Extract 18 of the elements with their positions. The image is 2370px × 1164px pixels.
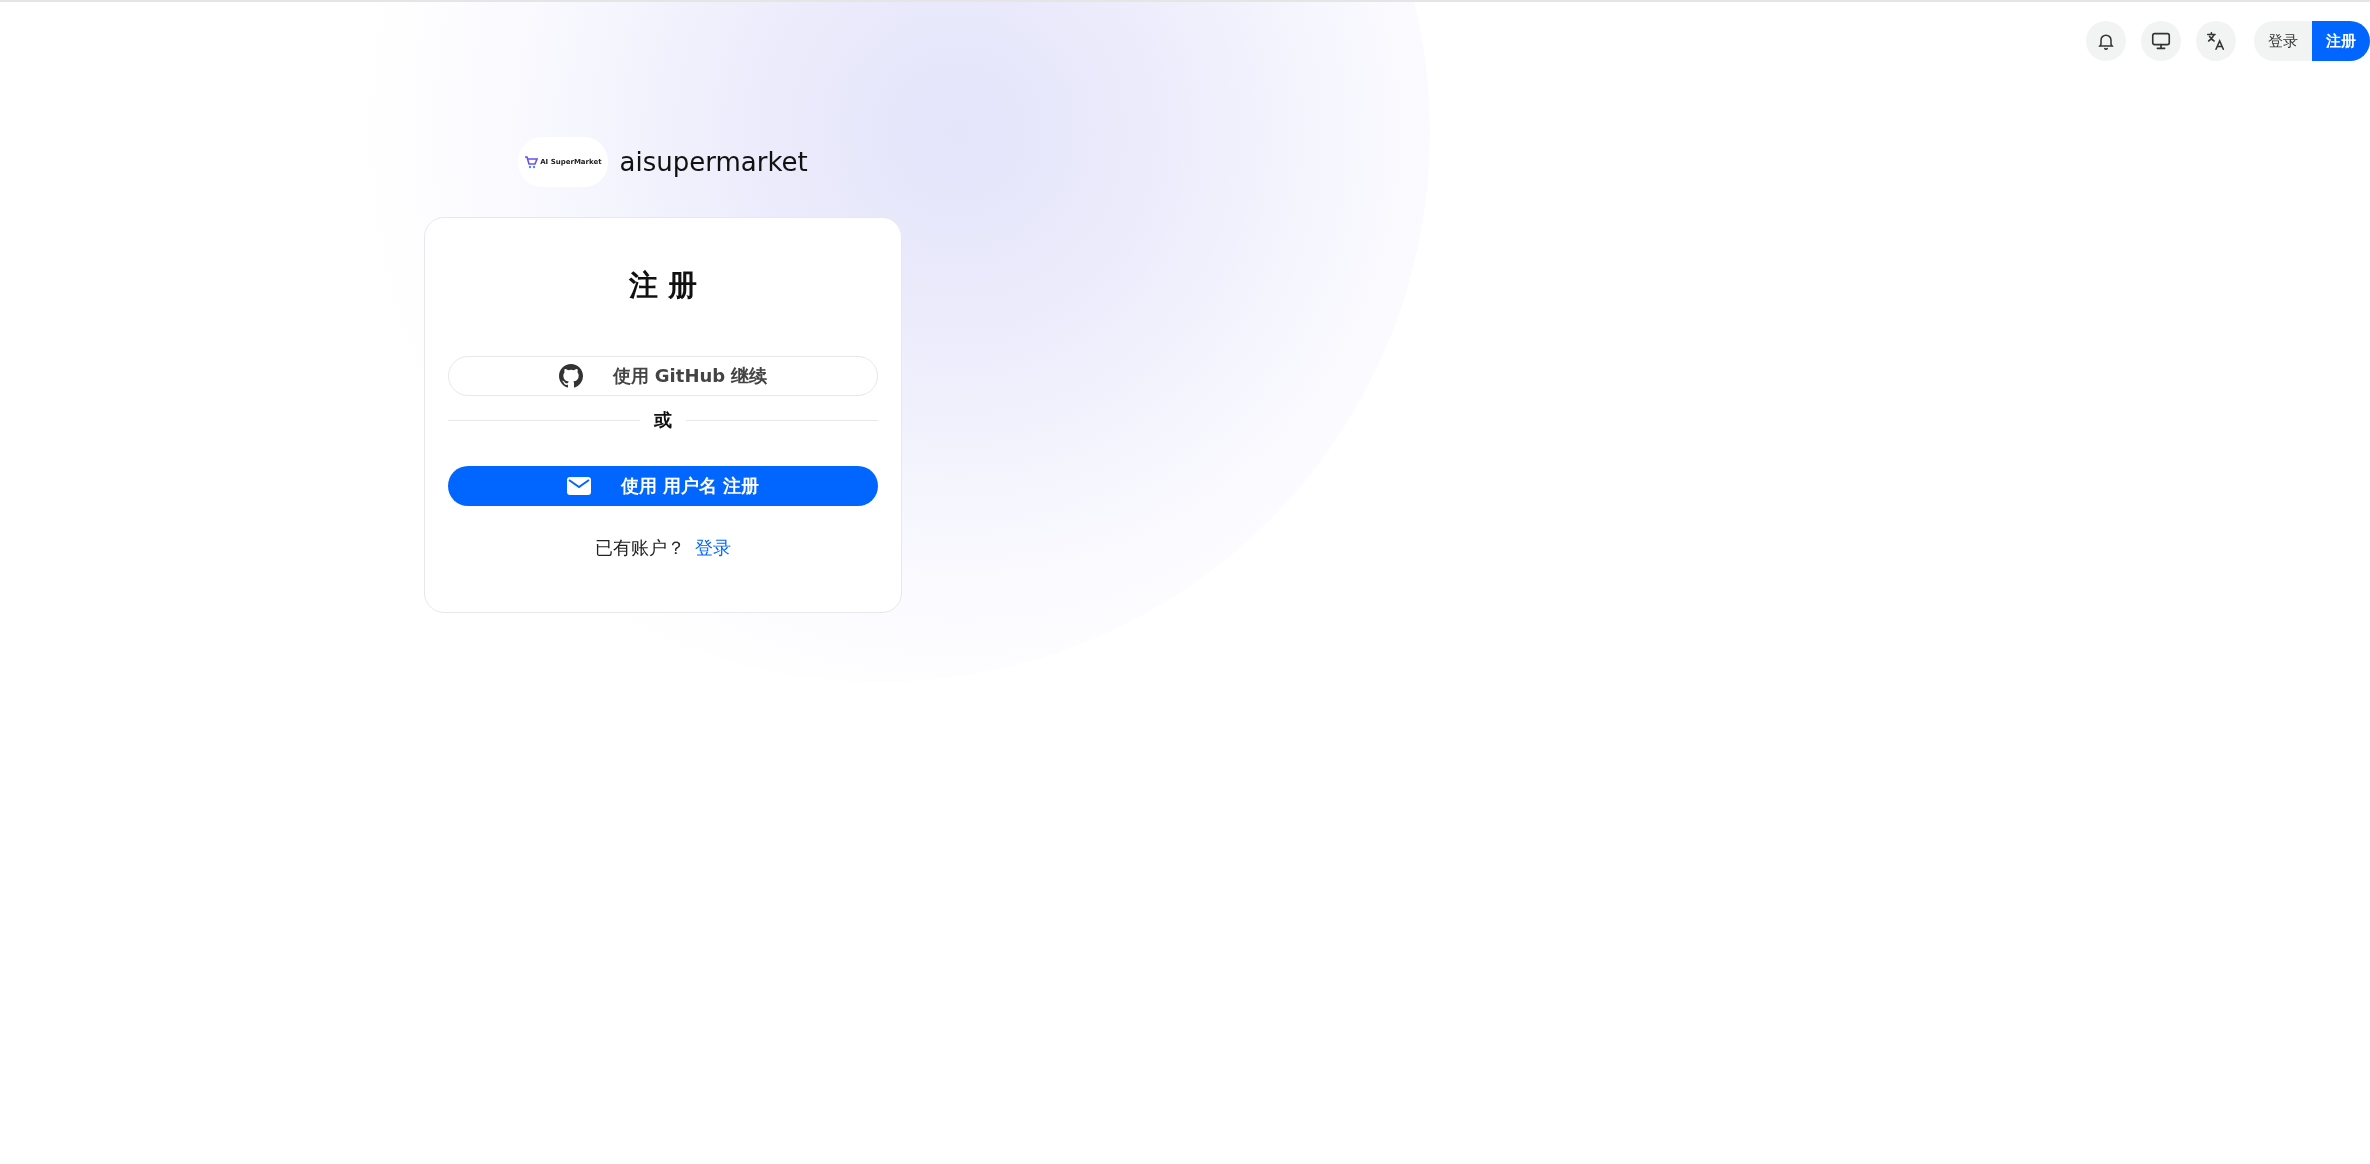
github-button[interactable]: 使用 GitHub 继续	[448, 356, 878, 396]
cart-icon	[524, 155, 539, 169]
theme-button[interactable]	[2141, 21, 2181, 61]
card-title: 注 册	[628, 267, 698, 304]
notifications-button[interactable]	[2086, 21, 2126, 61]
register-button[interactable]: 注册	[2312, 21, 2370, 61]
or-divider-text: 或	[654, 408, 672, 432]
username-register-button[interactable]: 使用 用户名 注册	[448, 466, 878, 506]
monitor-icon	[2150, 30, 2172, 52]
brand-name: aisupermarket	[619, 147, 808, 177]
login-button[interactable]: 登录	[2254, 21, 2312, 61]
envelope-icon	[566, 477, 591, 495]
translate-icon	[2205, 30, 2227, 52]
language-button[interactable]	[2196, 21, 2236, 61]
account-prompt: 已有账户？	[595, 536, 685, 560]
login-link[interactable]: 登录	[695, 536, 731, 560]
bell-icon	[2096, 31, 2116, 51]
github-icon	[558, 364, 583, 388]
